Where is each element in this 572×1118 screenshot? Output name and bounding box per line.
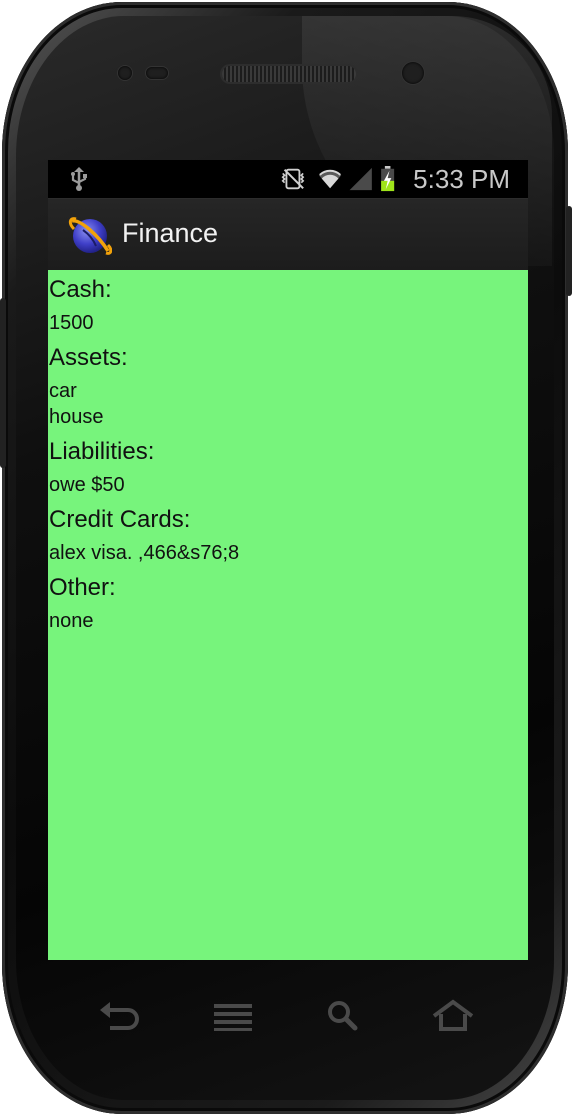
back-icon[interactable]: [98, 998, 140, 1032]
credit-cards-heading: Credit Cards:: [49, 506, 191, 533]
front-camera: [402, 62, 424, 84]
screen: 5:33 PM Finance Cash: 1500 Assets: car h…: [48, 160, 528, 960]
vibrate-icon: [281, 168, 305, 190]
menu-icon[interactable]: [212, 998, 254, 1032]
credit-card-item: alex visa. ,466&s76;8: [49, 542, 240, 564]
section-cash: Cash: 1500: [48, 270, 528, 336]
status-icons: [281, 166, 395, 192]
power-button[interactable]: [566, 206, 572, 296]
status-bar: 5:33 PM: [48, 160, 528, 198]
section-liabilities: Liabilities: owe $50: [48, 438, 528, 498]
action-bar: Finance: [48, 198, 528, 271]
signal-icon: [349, 167, 372, 191]
section-other: Other: none: [48, 574, 528, 634]
liability-item: owe $50: [49, 474, 125, 496]
finance-content: Cash: 1500 Assets: car house Liabilities…: [48, 270, 528, 960]
asset-item: car: [49, 380, 77, 402]
other-item: none: [49, 610, 94, 632]
section-credit-cards: Credit Cards: alex visa. ,466&s76;8: [48, 506, 528, 566]
cash-value: 1500: [49, 312, 94, 334]
battery-charging-icon: [381, 166, 395, 192]
other-heading: Other:: [49, 574, 116, 601]
wifi-icon: [318, 169, 342, 189]
home-icon[interactable]: [432, 998, 474, 1032]
liabilities-heading: Liabilities:: [49, 438, 155, 465]
earpiece-speaker: [222, 66, 356, 82]
nav-bar: [48, 960, 528, 1070]
asset-item: house: [49, 406, 104, 428]
proximity-sensor: [118, 66, 132, 80]
assets-heading: Assets:: [49, 344, 128, 371]
volume-button[interactable]: [0, 298, 6, 468]
light-sensor: [146, 67, 168, 79]
status-time: 5:33 PM: [413, 164, 510, 194]
app-title: Finance: [122, 218, 219, 248]
finance-planet-icon[interactable]: [68, 213, 112, 257]
search-icon[interactable]: [322, 998, 364, 1032]
cash-heading: Cash:: [49, 276, 112, 303]
section-assets: Assets: car house: [48, 344, 528, 430]
usb-icon: [71, 167, 87, 191]
